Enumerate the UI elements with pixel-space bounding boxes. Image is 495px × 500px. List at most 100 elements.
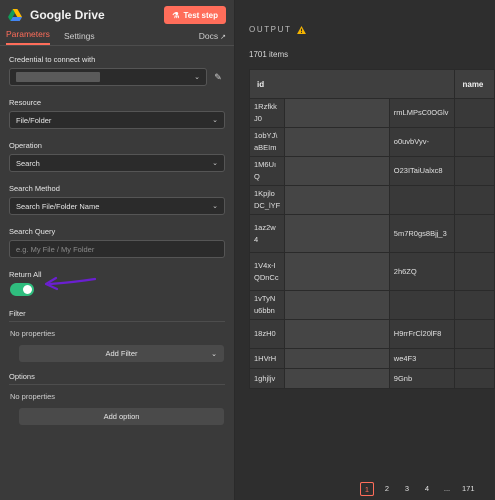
chevron-down-icon: ⌄ — [212, 203, 218, 210]
table-row: 1V4x-I QDnCc 2h6ZQ — [248, 252, 495, 291]
warning-icon — [296, 25, 306, 34]
id-cell-start: 1obYJ\ aBEIm — [248, 127, 286, 157]
id-text: 18zH0 — [254, 329, 276, 338]
id-text-end: 9Gnb — [393, 373, 413, 383]
table-row: 1Rzfkk J0 rmLMPsC0OGlv — [248, 98, 495, 128]
add-filter-button[interactable]: Add Filter ⌄ — [19, 345, 224, 362]
pagination: 1 2 3 4... 171 — [360, 482, 483, 496]
search-query-field: Search Query e.g. My File / My Folder — [0, 227, 234, 258]
id-text-end: o0uvbVyv- — [393, 137, 429, 146]
id-text: 1HVrH — [254, 353, 277, 363]
output-panel: OUTPUT 1701 items id name 1Rzfkk J0 rmLMPs… — [236, 0, 495, 500]
filter-section: Filter — [0, 309, 234, 322]
output-title: OUTPUT — [249, 25, 292, 34]
id-text-wrap: DC_lYF — [254, 201, 281, 210]
filter-title: Filter — [9, 309, 26, 318]
resource-field: Resource File/Folder ⌄ — [0, 98, 234, 129]
id-cell-start: 1az2w 4 — [248, 214, 286, 253]
id-text: 1ghjljv — [254, 373, 276, 383]
id-text: 1Kpjlo — [254, 189, 275, 198]
redacted-cell — [284, 368, 390, 389]
table-row: 1ghjljv 9Gnb — [248, 368, 495, 389]
add-option-label: Add option — [103, 412, 140, 421]
id-text-wrap: aBEIm — [254, 143, 277, 152]
id-cell-start: 1Rzfkk J0 — [248, 98, 286, 128]
id-cell-start: 1ghjljv — [248, 368, 286, 389]
id-cell-end: 5m7R0gs8Bjj_3 — [388, 214, 456, 253]
add-option-button[interactable]: Add option — [19, 408, 224, 425]
return-all-field: Return All — [0, 270, 234, 296]
page-button[interactable]: 1 — [360, 482, 374, 496]
redacted-cell — [284, 252, 390, 291]
tab-parameters[interactable]: Parameters — [6, 29, 50, 45]
page-button[interactable]: 3 — [400, 482, 414, 496]
chevron-down-icon: ⌄ — [212, 117, 218, 124]
redacted-cell — [284, 156, 390, 186]
id-cell-end: O23ITaiUalxc8 — [388, 156, 456, 186]
id-text-wrap: QDnCc — [254, 272, 279, 282]
resource-select[interactable]: File/Folder ⌄ — [9, 111, 225, 129]
name-cell — [454, 98, 495, 128]
pencil-icon[interactable]: ✎ — [211, 72, 225, 83]
table-row: 1M6Uı Q O23ITaiUalxc8 — [248, 156, 495, 186]
id-cell-end: rmLMPsC0OGlv — [388, 98, 456, 128]
id-cell-start: 1vTyN u6bbn — [248, 290, 286, 320]
table-row: 1vTyN u6bbn — [248, 290, 495, 320]
test-step-button[interactable]: ⚗ Test step — [164, 6, 226, 24]
name-cell — [454, 127, 495, 157]
name-cell — [454, 214, 495, 253]
id-text: 1M6Uı — [254, 160, 277, 169]
id-cell-start: 1Kpjlo DC_lYF — [248, 185, 286, 215]
table-row: 18zH0 H9rrFrCl20lF8 — [248, 319, 495, 349]
operation-select[interactable]: Search ⌄ — [9, 154, 225, 172]
options-title: Options — [9, 372, 35, 381]
search-method-label: Search Method — [9, 184, 60, 193]
id-text: 1Rzfkk — [254, 102, 277, 111]
table-row: 1az2w 4 5m7R0gs8Bjj_3 — [248, 214, 495, 253]
tab-settings[interactable]: Settings — [64, 31, 95, 45]
id-text: 1obYJ\ — [254, 131, 278, 140]
id-cell-end: 2h6ZQ — [388, 252, 456, 291]
id-text-wrap: Q — [254, 172, 260, 181]
credential-select[interactable]: ⌄ — [9, 68, 207, 86]
page-button[interactable]: 4 — [420, 482, 434, 496]
external-link-icon: ↗ — [220, 34, 226, 41]
id-cell-end: 9Gnb — [388, 368, 456, 389]
search-method-select[interactable]: Search File/Folder Name ⌄ — [9, 197, 225, 215]
flask-icon: ⚗ — [172, 10, 180, 20]
chevron-down-icon: ⌄ — [194, 74, 200, 81]
id-text-end: we4F3 — [393, 353, 417, 363]
return-all-toggle[interactable] — [10, 283, 34, 296]
redacted-cell — [284, 319, 390, 349]
id-cell-end: we4F3 — [388, 348, 456, 369]
resource-value: File/Folder — [16, 115, 52, 125]
name-cell — [454, 319, 495, 349]
filter-no-properties: No properties — [10, 329, 56, 338]
chevron-down-icon: ⌄ — [211, 350, 217, 358]
options-section: Options — [0, 372, 234, 385]
chevron-down-icon: ⌄ — [212, 160, 218, 167]
toggle-knob — [23, 285, 32, 294]
search-query-input[interactable]: e.g. My File / My Folder — [9, 240, 225, 258]
page-button[interactable]: 2 — [380, 482, 394, 496]
redacted-cell — [284, 214, 390, 253]
redacted-value — [16, 72, 100, 82]
id-cell-end: o0uvbVyv- — [388, 127, 456, 157]
docs-link[interactable]: Docs ↗ — [199, 31, 226, 45]
name-cell — [454, 348, 495, 369]
id-text-end: 5m7R0gs8Bjj_3 — [393, 228, 447, 238]
page-button[interactable]: 171 — [460, 482, 477, 496]
credential-label: Credential to connect with — [9, 55, 96, 64]
search-query-label: Search Query — [9, 227, 56, 236]
item-count: 1701 items — [249, 50, 289, 59]
column-header-name[interactable]: name — [454, 69, 495, 99]
id-cell-start: 1V4x-I QDnCc — [248, 252, 286, 291]
name-cell — [454, 156, 495, 186]
operation-value: Search — [16, 158, 40, 168]
credential-field: Credential to connect with ⌄ ✎ — [0, 55, 234, 86]
operation-label: Operation — [9, 141, 42, 150]
google-drive-icon — [8, 9, 22, 21]
resource-label: Resource — [9, 98, 42, 107]
column-header-id[interactable]: id — [248, 69, 456, 99]
id-text-end: rmLMPsC0OGlv — [393, 108, 449, 117]
